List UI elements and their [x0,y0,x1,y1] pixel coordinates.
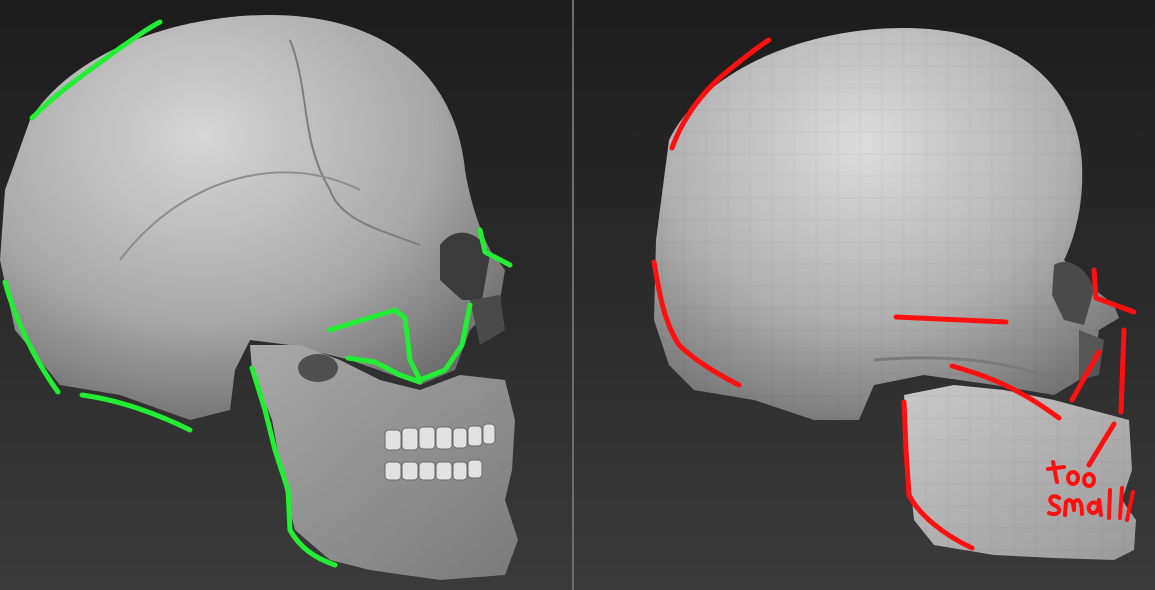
lowpoly-skull-canvas [651,28,1137,560]
nasal-cavity [470,295,505,345]
nasal-cavity [1079,330,1104,380]
reference-skull-panel [0,0,572,590]
lowpoly-skull-panel [574,0,1155,590]
red-stroke-maxilla [1118,327,1127,415]
ear-canal [298,354,338,382]
facet-overlay [654,28,1119,420]
comparison-viewport [0,0,1155,590]
mandible-facet-overlay [904,385,1136,560]
reference-skull-canvas [0,15,518,580]
